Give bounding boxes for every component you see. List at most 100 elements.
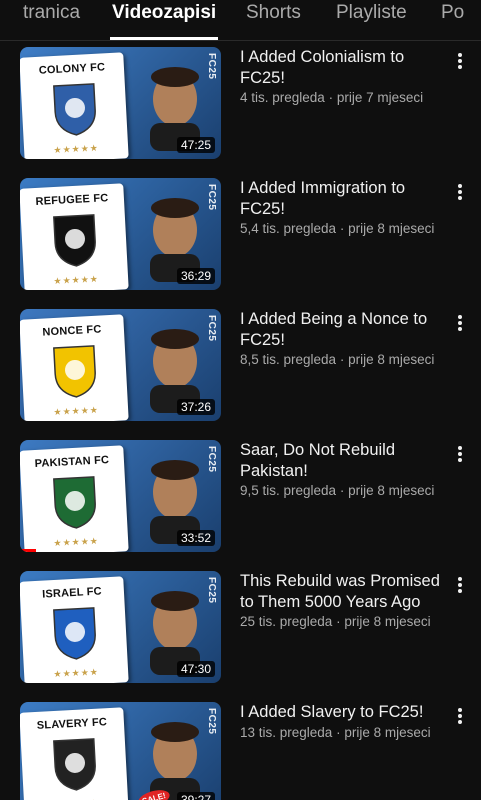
more-options-icon[interactable] [452,706,468,726]
video-stats: 5,4 tis. pregleda · prije 8 mjeseci [240,220,445,238]
video-title[interactable]: I Added Immigration to FC25! [240,178,445,219]
fc25-logo: FC25 [206,708,217,735]
video-title[interactable]: This Rebuild was Promised to Them 5000 Y… [240,571,445,612]
tab-playlists[interactable]: Playliste [335,2,408,24]
club-crest-icon [53,476,96,529]
club-card-title: SLAVERY FC [36,716,108,732]
video-meta: I Added Being a Nonce to FC25! 8,5 tis. … [240,309,445,369]
video-meta: This Rebuild was Promised to Them 5000 Y… [240,571,445,631]
video-thumbnail[interactable]: PAKISTAN FC ★★★★★ FC25 33:52 [20,440,221,552]
club-card: REFUGEE FC ★★★★★ [20,183,129,290]
video-title[interactable]: I Added Being a Nonce to FC25! [240,309,445,350]
club-card-title: NONCE FC [42,323,102,339]
video-thumbnail[interactable]: COLONY FC ★★★★★ FC25 47:25 [20,47,221,159]
video-thumbnail[interactable]: REFUGEE FC ★★★★★ FC25 36:29 [20,178,221,290]
rating-stars: ★★★★★ [53,404,100,418]
fc25-logo: FC25 [206,446,217,473]
tab-shorts[interactable]: Shorts [245,2,302,24]
video-list: COLONY FC ★★★★★ FC25 47:25 I Added Colon… [0,41,481,800]
video-stats: 9,5 tis. pregleda · prije 8 mjeseci [240,482,445,500]
fc25-logo: FC25 [206,577,217,604]
watch-progress-bar [20,549,37,552]
video-title[interactable]: I Added Colonialism to FC25! [240,47,445,88]
video-meta: Saar, Do Not Rebuild Pakistan! 9,5 tis. … [240,440,445,500]
video-title[interactable]: Saar, Do Not Rebuild Pakistan! [240,440,445,481]
more-options-icon[interactable] [452,444,468,464]
stats-separator: · [336,483,349,498]
video-item[interactable]: REFUGEE FC ★★★★★ FC25 36:29 I Added Immi… [0,172,481,292]
rating-stars: ★★★★★ [53,142,100,156]
view-count: 8,5 tis. pregleda [240,352,337,367]
video-duration: 36:29 [176,268,215,284]
more-options-icon[interactable] [452,51,468,71]
stats-separator: · [332,724,345,740]
club-card: COLONY FC ★★★★★ [20,52,129,159]
video-stats: 4 tis. pregleda · prije 7 mjeseci [240,89,445,107]
video-stats: 25 tis. pregleda · prije 8 mjeseci [240,613,445,631]
video-duration: 47:25 [176,137,215,153]
tab-posts[interactable]: Po [440,2,465,24]
club-crest-icon [53,738,96,791]
fc25-logo: FC25 [206,315,217,342]
more-options-icon[interactable] [452,182,468,202]
video-duration: 47:30 [176,661,215,677]
upload-age: prije 8 mjeseci [348,483,435,498]
video-duration: 37:26 [176,399,215,415]
club-card: PAKISTAN FC ★★★★★ [20,445,129,552]
club-card-title: REFUGEE FC [35,192,109,208]
view-count: 13 tis. pregleda [240,724,333,740]
video-item[interactable]: PAKISTAN FC ★★★★★ FC25 33:52 Saar, Do No… [0,434,481,554]
stats-separator: · [324,90,337,105]
creator-face-image [150,722,200,800]
video-title[interactable]: I Added Slavery to FC25! [240,702,445,723]
view-count: 5,4 tis. pregleda [240,221,337,236]
stats-separator: · [332,614,345,629]
video-item[interactable]: NONCE FC ★★★★★ FC25 37:26 I Added Being … [0,303,481,423]
upload-age: prije 8 mjeseci [348,352,435,367]
stats-separator: · [336,352,349,367]
rating-stars: ★★★★★ [53,273,100,287]
club-card-title: COLONY FC [38,61,106,77]
channel-tabs: tranica Videozapisi Shorts Playliste Po [0,0,481,41]
video-item[interactable]: COLONY FC ★★★★★ FC25 47:25 I Added Colon… [0,41,481,161]
rating-stars: ★★★★★ [24,796,128,800]
video-duration: 39:27 [176,792,215,800]
stats-separator: · [336,221,349,236]
video-meta: I Added Colonialism to FC25! 4 tis. preg… [240,47,445,107]
upload-age: prije 7 mjeseci [336,90,424,105]
video-meta: I Added Slavery to FC25! 13 tis. pregled… [240,702,445,742]
upload-age: prije 8 mjeseci [348,221,435,236]
rating-stars: ★★★★★ [53,535,100,549]
upload-age: prije 8 mjeseci [344,614,431,629]
club-card: NONCE FC ★★★★★ [20,314,129,421]
club-crest-icon [53,83,96,136]
active-tab-indicator [110,37,218,40]
video-stats: 13 tis. pregleda · prije 8 mjeseci [240,724,445,742]
video-thumbnail[interactable]: SLAVERY FC ★★★★★ FC25 39:27 SALE! [20,702,221,800]
view-count: 25 tis. pregleda [240,614,333,629]
more-options-icon[interactable] [452,313,468,333]
rating-stars: ★★★★★ [53,666,100,680]
video-duration: 33:52 [176,530,215,546]
view-count: 9,5 tis. pregleda [240,483,337,498]
view-count: 4 tis. pregleda [240,90,325,105]
more-options-icon[interactable] [452,575,468,595]
tab-home[interactable]: tranica [22,2,81,24]
club-card-title: PAKISTAN FC [34,454,110,470]
club-crest-icon [53,345,96,398]
video-item[interactable]: SLAVERY FC ★★★★★ FC25 39:27 SALE! I Adde… [0,696,481,800]
video-thumbnail[interactable]: ISRAEL FC ★★★★★ FC25 47:30 [20,571,221,683]
club-card: SLAVERY FC ★★★★★ [20,707,129,800]
video-item[interactable]: ISRAEL FC ★★★★★ FC25 47:30 This Rebuild … [0,565,481,685]
fc25-logo: FC25 [206,184,217,211]
video-stats: 8,5 tis. pregleda · prije 8 mjeseci [240,351,445,369]
tab-videos[interactable]: Videozapisi [111,2,217,24]
video-meta: I Added Immigration to FC25! 5,4 tis. pr… [240,178,445,238]
fc25-logo: FC25 [206,53,217,80]
club-crest-icon [53,214,96,267]
video-thumbnail[interactable]: NONCE FC ★★★★★ FC25 37:26 [20,309,221,421]
club-card: ISRAEL FC ★★★★★ [20,576,129,683]
upload-age: prije 8 mjeseci [344,724,431,740]
club-card-title: ISRAEL FC [41,585,103,601]
club-crest-icon [53,607,96,660]
